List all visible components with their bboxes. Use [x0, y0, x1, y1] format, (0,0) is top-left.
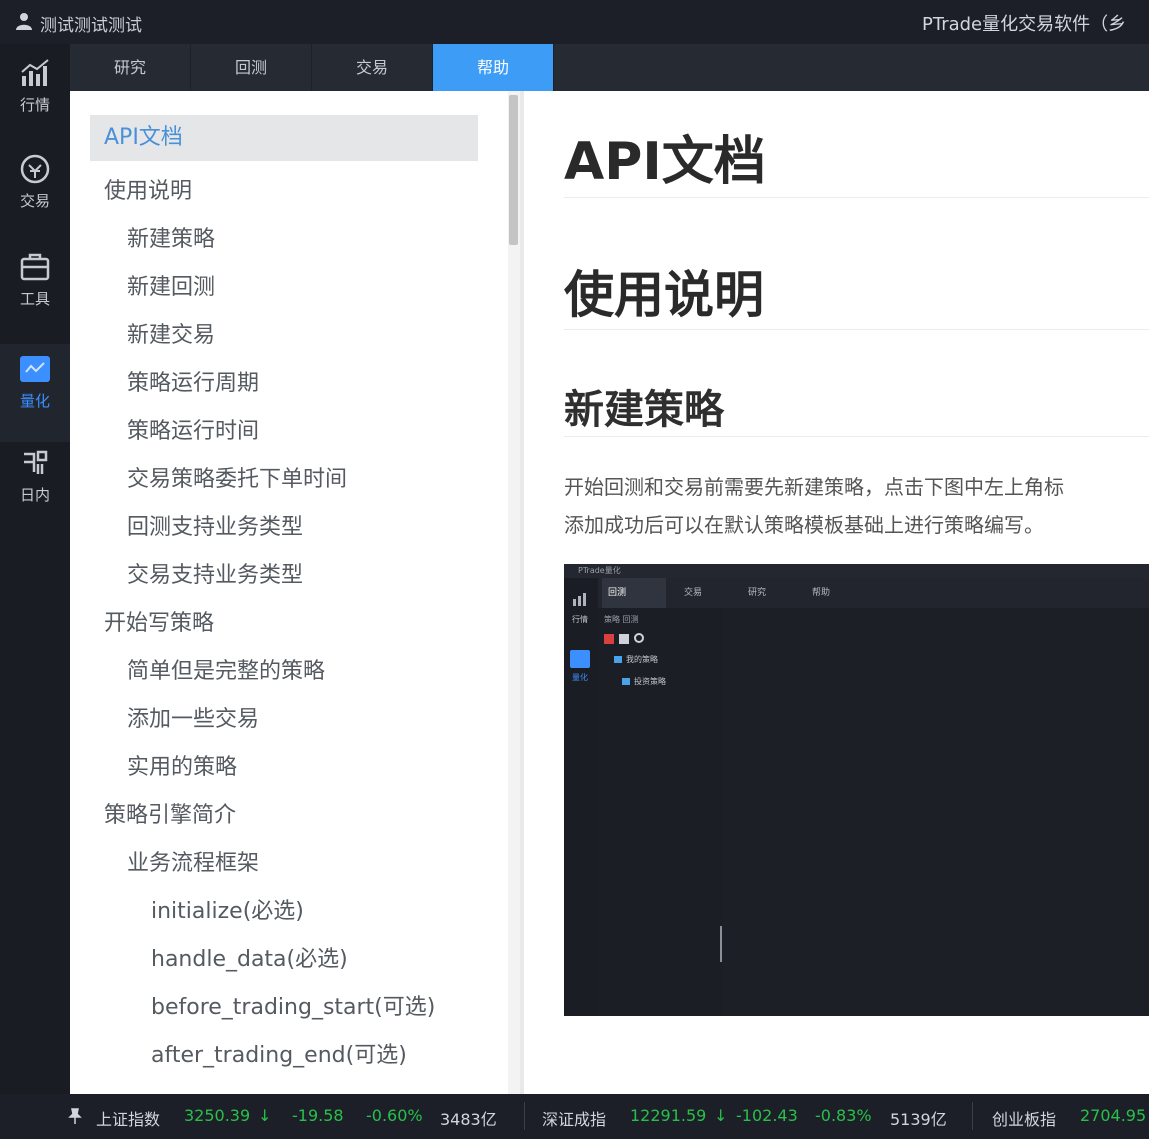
nav-item-tools[interactable]: 工具 [0, 250, 70, 346]
down-arrow-icon: ↓ [258, 1106, 272, 1125]
toolbox-icon [20, 253, 50, 281]
doc-content: API文档 使用说明 新建策略 开始回测和交易前需要先新建策略，点击下图中左上角… [524, 91, 1149, 1094]
chart-icon [21, 59, 49, 86]
quant-icon [20, 356, 50, 382]
chart-icon [573, 593, 586, 606]
screenshot-title: PTrade量化 [578, 566, 621, 575]
screenshot-tree-item: 投资策略 [634, 677, 666, 686]
trade-icon [20, 154, 50, 184]
toc-item[interactable]: initialize(必选) [151, 893, 304, 925]
nav-item-intraday[interactable]: 日内 [0, 446, 70, 542]
toc-item[interactable]: after_trading_end(可选) [151, 1037, 407, 1069]
nav-label: 行情 [19, 96, 50, 114]
screenshot-titlebar [564, 564, 1149, 578]
tab-trade[interactable]: 交易 [312, 44, 433, 91]
folder-icon [614, 656, 622, 663]
screenshot-tab: 研究 [748, 588, 767, 598]
index-change: -19.58 [292, 1106, 344, 1125]
toc-item[interactable]: 简单但是完整的策略 [127, 653, 325, 685]
doc-heading-api: API文档 [564, 132, 766, 192]
side-nav: 行情 交易 工具 量化 日内 [0, 44, 70, 1094]
toc-item[interactable]: 交易策略委托下单时间 [127, 461, 347, 493]
screenshot-sidenav [564, 578, 598, 1016]
index-pct: -0.60% [366, 1106, 423, 1125]
screenshot-tab: 交易 [684, 588, 703, 598]
toc-item[interactable]: 策略运行时间 [127, 413, 259, 445]
screenshot-tab: 帮助 [812, 588, 831, 598]
screenshot-tab: 回测 [602, 578, 666, 608]
nav-label: 日内 [19, 486, 50, 504]
toc-item[interactable]: handle_data(必选) [151, 941, 348, 973]
index-volume: 3483亿 [440, 1110, 497, 1129]
index-name[interactable]: 深证成指 [542, 1106, 606, 1130]
doc-paragraph-line: 添加成功后可以在默认策略模板基础上进行策略编写。 [564, 513, 1044, 537]
file-icon [619, 634, 629, 644]
doc-screenshot: PTrade量化 行情 量化 回测 交易 研究 帮助 策略 回测 我的策略 投资… [564, 564, 1149, 1016]
toc-item[interactable]: 新建交易 [127, 317, 215, 349]
intraday-icon [24, 450, 48, 474]
nav-label: 工具 [19, 290, 50, 308]
app-title: PTrade量化交易软件（乡 [922, 14, 1127, 35]
tab-backtest[interactable]: 回测 [191, 44, 312, 91]
username[interactable]: 测试测试测试 [40, 11, 142, 36]
title-bar: 测试测试测试 PTrade量化交易软件（乡 [0, 0, 1149, 44]
nav-item-quant[interactable]: 量化 [0, 344, 70, 442]
screenshot-splitter [720, 926, 722, 962]
pin-icon[interactable] [66, 1107, 84, 1125]
status-bar: 上证指数 3250.39 ↓ -19.58 -0.60% 3483亿 深证成指 … [0, 1094, 1149, 1139]
toc-item[interactable]: 策略运行周期 [127, 365, 259, 397]
toc-item[interactable]: API文档 [90, 115, 478, 161]
toc-item[interactable]: 使用说明 [104, 173, 192, 205]
index-pct: -0.83% [815, 1106, 872, 1125]
index-volume: 5139亿 [890, 1110, 947, 1129]
toc-scrollbar-thumb[interactable] [509, 95, 518, 245]
toc-item[interactable]: 业务流程框架 [127, 845, 259, 877]
toc-item[interactable]: 新建策略 [127, 221, 215, 253]
add-icon [604, 634, 614, 644]
screenshot-nav-label: 量化 [572, 673, 588, 682]
refresh-icon [634, 633, 644, 643]
index-price: 3250.39 [184, 1106, 251, 1125]
index-name[interactable]: 创业板指 [992, 1106, 1056, 1130]
doc-heading-usage: 使用说明 [564, 266, 764, 324]
toc-item[interactable]: 开始写策略 [104, 605, 214, 637]
divider [524, 1102, 525, 1130]
toc-item[interactable]: 策略引擎简介 [104, 797, 236, 829]
screenshot-tabbar [598, 578, 1149, 608]
user-icon[interactable] [14, 11, 34, 31]
screenshot-tree-panel [598, 608, 723, 1016]
index-name[interactable]: 上证指数 [96, 1106, 160, 1130]
nav-item-trade[interactable]: 交易 [0, 152, 70, 248]
nav-label: 量化 [19, 392, 50, 410]
toc-item[interactable]: 回测支持业务类型 [127, 509, 303, 541]
screenshot-nav-label: 行情 [572, 615, 588, 624]
tab-research[interactable]: 研究 [70, 44, 191, 91]
screenshot-main-area [722, 608, 1149, 1016]
tab-bar: 研究 回测 交易 帮助 [70, 44, 1149, 91]
nav-label: 交易 [19, 192, 50, 210]
toc-item[interactable]: 新建回测 [127, 269, 215, 301]
divider [972, 1102, 973, 1130]
toc-item[interactable]: 交易支持业务类型 [127, 557, 303, 589]
screenshot-subtabs: 策略 回测 [604, 615, 639, 624]
quant-icon [570, 650, 590, 668]
divider [564, 197, 1149, 198]
toc-item[interactable]: 实用的策略 [127, 749, 237, 781]
doc-heading-new-strategy: 新建策略 [564, 387, 724, 433]
divider [564, 436, 1149, 437]
toc-item[interactable]: 添加一些交易 [127, 701, 259, 733]
tab-help[interactable]: 帮助 [433, 44, 554, 91]
nav-item-market[interactable]: 行情 [0, 56, 70, 152]
index-price: 2704.95 [1080, 1106, 1147, 1125]
toc-panel: API文档 使用说明 新建策略 新建回测 新建交易 策略运行周期 策略运行时间 … [70, 91, 520, 1094]
index-price: 12291.59 [630, 1106, 707, 1125]
doc-paragraph-line: 开始回测和交易前需要先新建策略，点击下图中左上角标 [564, 475, 1064, 499]
screenshot-tree-item: 我的策略 [626, 655, 658, 664]
toc-item[interactable]: before_trading_start(可选) [151, 989, 435, 1021]
folder-icon [622, 678, 630, 685]
divider [564, 329, 1149, 330]
down-arrow-icon: ↓ [714, 1106, 728, 1125]
index-change: -102.43 [736, 1106, 798, 1125]
